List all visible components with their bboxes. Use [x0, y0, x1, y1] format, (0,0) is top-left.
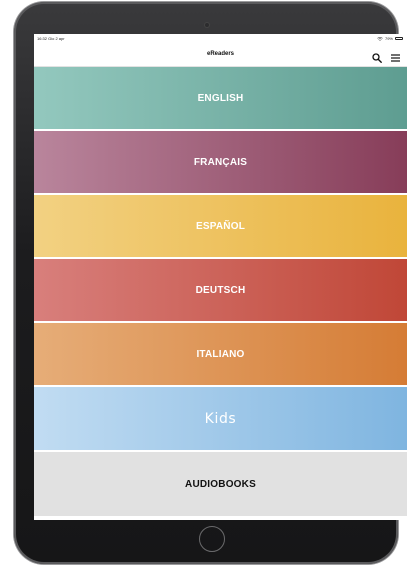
category-label: ENGLISH — [197, 92, 244, 104]
category-label: AUDIOBOOKS — [185, 478, 256, 490]
category-english[interactable]: ENGLISH — [34, 67, 407, 129]
search-icon[interactable] — [372, 50, 382, 63]
battery-icon — [395, 37, 403, 40]
category-kids[interactable]: Kids — [34, 387, 407, 450]
category-label: FRANÇAIS — [193, 156, 248, 168]
category-label: ITALIANO — [196, 348, 245, 360]
home-button[interactable] — [199, 526, 225, 552]
status-indicators: 79% — [377, 36, 403, 41]
category-label: Kids — [204, 410, 237, 427]
page-title: eReaders — [206, 51, 235, 57]
category-spanish[interactable]: ESPAÑOL — [34, 195, 407, 257]
category-label: ESPAÑOL — [196, 220, 245, 232]
wifi-icon — [377, 36, 383, 41]
menu-icon[interactable] — [390, 50, 401, 62]
category-audiobooks[interactable]: AUDIOBOOKS — [34, 452, 407, 516]
battery-percent: 79% — [384, 36, 393, 41]
status-time: 16:32 Gio 2 apr — [37, 36, 65, 41]
category-italian[interactable]: ITALIANO — [34, 323, 407, 385]
category-german[interactable]: DEUTSCH — [34, 259, 407, 321]
navigation-bar: eReaders — [34, 42, 407, 67]
category-french[interactable]: FRANÇAIS — [34, 131, 407, 193]
app-screen: 16:32 Gio 2 apr 79% eReaders ENGLISH FRA… — [34, 34, 407, 520]
front-camera — [205, 23, 209, 27]
category-label: DEUTSCH — [195, 284, 246, 296]
status-bar: 16:32 Gio 2 apr 79% — [34, 34, 407, 42]
tablet-device-frame: 16:32 Gio 2 apr 79% eReaders ENGLISH FRA… — [14, 2, 407, 564]
